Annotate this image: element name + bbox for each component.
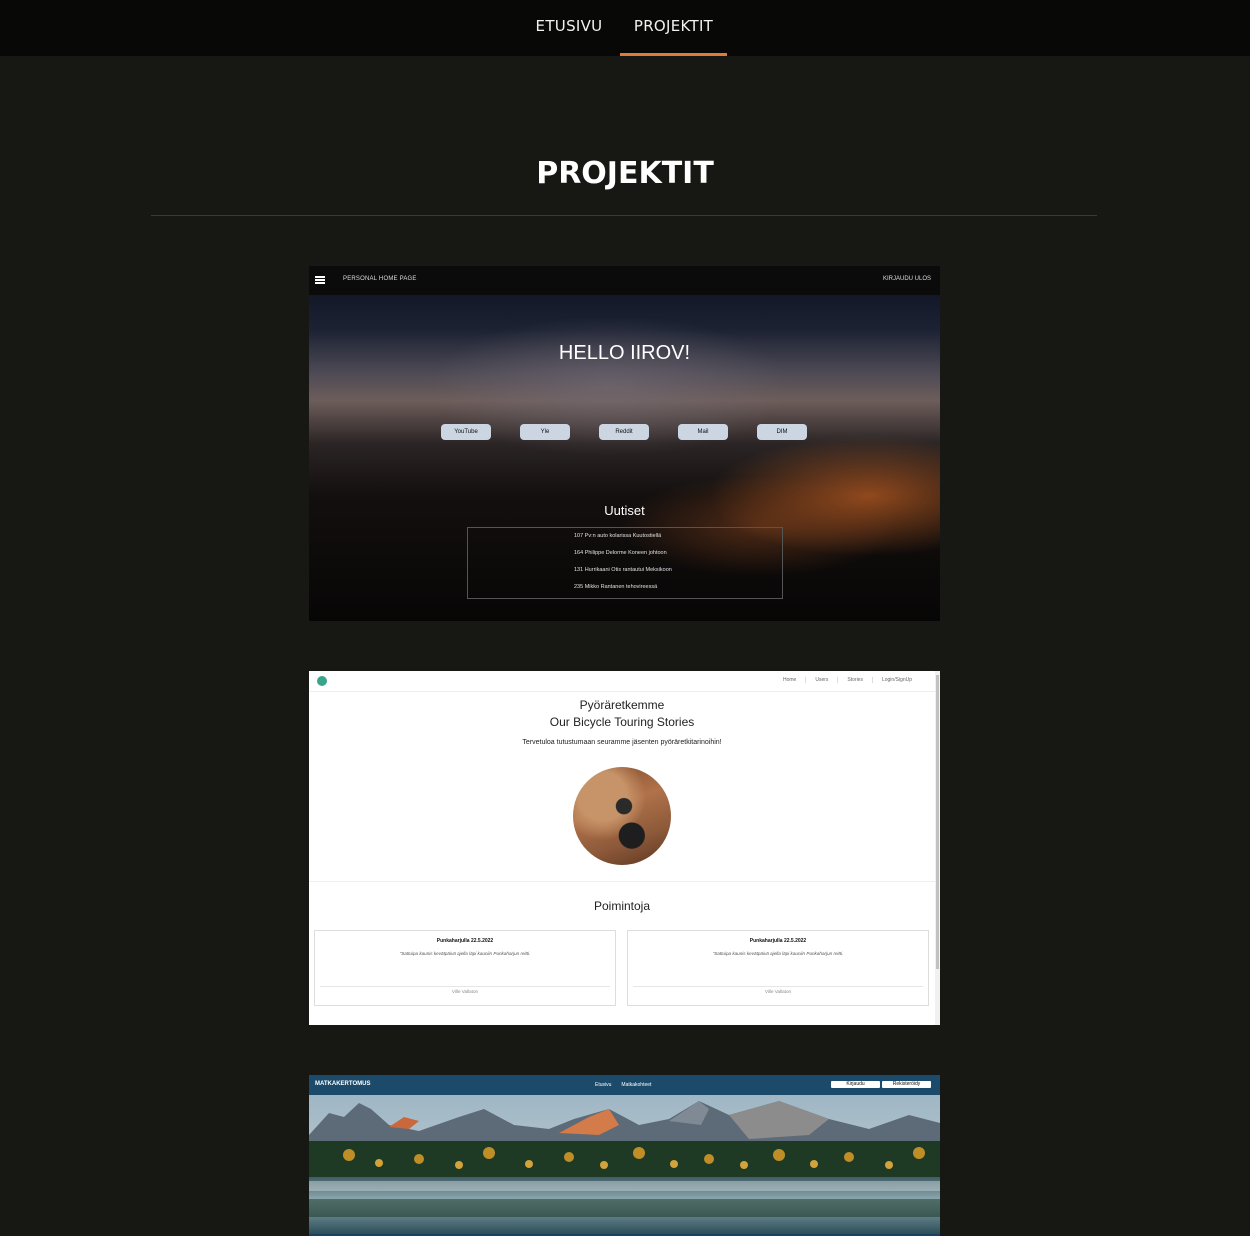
p3-register-button: Rekisteröidy bbox=[882, 1081, 931, 1088]
p1-greeting: HELLO IIROV! bbox=[558, 342, 691, 364]
p2-scrollbar-thumb bbox=[936, 675, 939, 969]
p3-login-button: Kirjaudu bbox=[831, 1081, 880, 1088]
p1-news-title: Uutiset bbox=[604, 503, 645, 518]
p2-navbar: Home Users Stories Login/SignUp bbox=[309, 671, 935, 692]
nav-etusivu[interactable]: ETUSIVU bbox=[530, 0, 608, 53]
p2-nav-users: Users bbox=[805, 677, 837, 683]
p2-logo-icon bbox=[317, 676, 327, 686]
p2-card-divider bbox=[320, 986, 610, 987]
p1-link-button: Mail bbox=[678, 424, 728, 440]
p2-card-title: Punkaharjulla 22.5.2022 bbox=[436, 938, 494, 944]
p2-story-card: Punkaharjulla 22.5.2022 "Sattuipa kaunis… bbox=[627, 930, 929, 1006]
p2-card-author: Ville Vallaton bbox=[764, 989, 792, 994]
p3-nav-home: Etusivu bbox=[595, 1082, 612, 1088]
p1-link-button: Yle bbox=[520, 424, 570, 440]
p2-cyclist-photo bbox=[573, 767, 671, 865]
p2-nav-stories: Stories bbox=[837, 677, 872, 683]
p2-card-quote: "Sattuipa kaunis kevätpäivä ajella läpi … bbox=[712, 951, 844, 956]
p1-link-button: Reddit bbox=[599, 424, 649, 440]
p3-mountain-lake-image bbox=[309, 1095, 940, 1234]
p2-card-author: Ville Vallaton bbox=[451, 989, 479, 994]
p2-title-en: Our Bicycle Touring Stories bbox=[549, 715, 695, 729]
p3-nav-destinations: Matkakohteet bbox=[621, 1082, 652, 1088]
p2-nav-login: Login/SignUp bbox=[871, 677, 921, 683]
p3-brand: MATKAKERTOMUS bbox=[315, 1081, 371, 1087]
p2-subtitle: Tervetuloa tutustumaan seuramme jäsenten… bbox=[522, 739, 722, 746]
p2-section-title: Poimintoja bbox=[593, 899, 651, 913]
hamburger-menu-icon bbox=[315, 276, 325, 284]
p2-card-divider bbox=[633, 986, 923, 987]
project-screenshot-bicycle-stories[interactable]: Home Users Stories Login/SignUp Pyöräretkem… bbox=[309, 671, 940, 1025]
p1-link-button: DIM bbox=[757, 424, 807, 440]
p2-story-card: Punkaharjulla 22.5.2022 "Sattuipa kaunis… bbox=[314, 930, 616, 1006]
p2-nav-home: Home bbox=[783, 677, 797, 683]
p1-news-item: 235 Mikko Rantanen tehovireessä bbox=[574, 584, 658, 590]
p1-news-item: 131 Hurrikaani Otis rantautui Meksikoon bbox=[574, 567, 672, 573]
p3-navbar: MATKAKERTOMUS Etusivu Matkakohteet Kirjau… bbox=[309, 1075, 940, 1095]
nav-projektit[interactable]: PROJEKTIT bbox=[620, 0, 727, 56]
title-divider bbox=[151, 215, 1097, 216]
p1-news-box: 107 Pv:n auto kolarissa Kuutostiellä 164… bbox=[467, 527, 783, 599]
p1-logout-link: KIRJAUDU ULOS bbox=[882, 276, 931, 282]
p2-card-quote: "Sattuipa kaunis kevätpäivä ajella läpi … bbox=[399, 951, 531, 956]
top-nav: ETUSIVU PROJEKTIT bbox=[0, 0, 1250, 56]
p1-brand: PERSONAL HOME PAGE bbox=[343, 276, 417, 282]
project-screenshot-travel-story[interactable]: MATKAKERTOMUS Etusivu Matkakohteet Kirjau… bbox=[309, 1075, 940, 1236]
p2-nav-links: Home Users Stories Login/SignUp bbox=[774, 677, 921, 683]
p1-news-item: 164 Philippe Delorme Koneen johtoon bbox=[574, 550, 667, 556]
p2-divider bbox=[309, 881, 935, 882]
p2-title-fi: Pyöräretkemme bbox=[579, 698, 665, 712]
p2-card-title: Punkaharjulla 22.5.2022 bbox=[749, 938, 807, 944]
p1-navbar: PERSONAL HOME PAGE KIRJAUDU ULOS bbox=[309, 266, 940, 295]
project-screenshot-home-page[interactable]: PERSONAL HOME PAGE KIRJAUDU ULOS HELLO I… bbox=[309, 266, 940, 621]
p1-link-button: YouTube bbox=[441, 424, 491, 440]
page-title: PROJEKTIT bbox=[536, 156, 714, 191]
p1-news-item: 107 Pv:n auto kolarissa Kuutostiellä bbox=[574, 533, 662, 539]
p2-scrollbar bbox=[935, 671, 940, 1025]
p3-nav-links: Etusivu Matkakohteet bbox=[595, 1082, 661, 1088]
